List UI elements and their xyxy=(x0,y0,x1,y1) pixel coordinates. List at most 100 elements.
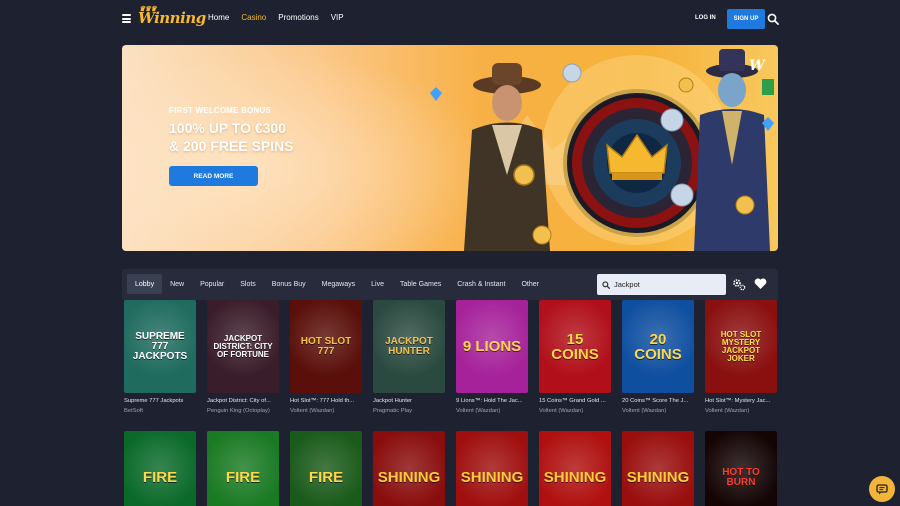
main-nav: Home Casino Promotions VIP xyxy=(208,13,344,22)
search-icon xyxy=(602,280,610,289)
game-card[interactable]: 20 COINS 20 Coins™ Score The J... Voltent … xyxy=(622,300,694,414)
game-card[interactable]: SUPREME 777 JACKPOTS Supreme 777 Jackpots… xyxy=(124,300,196,414)
game-card[interactable]: 9 LIONS 9 Lions™: Hold The Jac... Voltent … xyxy=(456,300,528,414)
game-provider: Voltent (Wazdan) xyxy=(705,408,750,414)
game-thumbnail[interactable]: FIRE xyxy=(207,431,279,506)
game-thumbnail[interactable]: HOT TO BURN xyxy=(705,431,777,506)
banner-artwork xyxy=(430,49,774,251)
game-provider: Penguin King (Octoplay) xyxy=(207,408,270,414)
game-art-title: FIRE xyxy=(142,469,178,486)
live-chat-button[interactable] xyxy=(869,476,895,502)
game-thumbnail[interactable]: HOT SLOT MYSTERY JACKPOT JOKER xyxy=(705,300,777,393)
tab-popular[interactable]: Popular xyxy=(192,274,232,294)
game-provider: Voltent (Wazdan) xyxy=(290,408,335,414)
read-more-button[interactable]: READ MORE xyxy=(169,166,258,186)
menu-icon[interactable] xyxy=(122,14,131,23)
game-thumbnail[interactable]: SHINING xyxy=(456,431,528,506)
promo-banner[interactable]: W FIRST WELCOME BONUS 100% UP TO €300 & … xyxy=(122,45,778,251)
game-thumbnail[interactable]: SHINING xyxy=(539,431,611,506)
game-title[interactable]: Hot Slot™: Mystery Jac... xyxy=(705,398,777,404)
game-card[interactable]: SHINING xyxy=(373,431,445,506)
game-art-title: SHINING xyxy=(626,469,690,486)
game-thumbnail[interactable]: HOT SLOT 777 xyxy=(290,300,362,393)
nav-casino[interactable]: Casino xyxy=(241,13,266,22)
game-title[interactable]: Jackpot District: City of... xyxy=(207,398,279,404)
category-tabs: Lobby New Popular Slots Bonus Buy Megawa… xyxy=(127,274,547,294)
game-title[interactable]: Supreme 777 Jackpots xyxy=(124,398,196,404)
top-navigation-bar: ♛♛♛ Winning Home Casino Promotions VIP LO… xyxy=(0,0,900,38)
game-thumbnail[interactable]: FIRE xyxy=(290,431,362,506)
game-art-title: SHINING xyxy=(543,469,607,486)
game-art-title: FIRE xyxy=(308,469,344,486)
game-provider: Voltent (Wazdan) xyxy=(622,408,667,414)
game-card[interactable]: HOT SLOT MYSTERY JACKPOT JOKER Hot Slot™:… xyxy=(705,300,777,414)
game-provider: Voltent (Wazdan) xyxy=(456,408,501,414)
game-card[interactable]: SHINING xyxy=(622,431,694,506)
banner-headline-line1: 100% UP TO €300 xyxy=(169,120,287,136)
game-card[interactable]: FIRE xyxy=(290,431,362,506)
game-thumbnail[interactable]: FIRE xyxy=(124,431,196,506)
game-thumbnail[interactable]: 20 COINS xyxy=(622,300,694,393)
game-art-title: FIRE xyxy=(225,469,261,486)
game-thumbnail[interactable]: SUPREME 777 JACKPOTS xyxy=(124,300,196,393)
game-art-title: SHINING xyxy=(460,469,524,486)
chat-icon xyxy=(876,483,888,494)
game-thumbnail[interactable]: SHINING xyxy=(622,431,694,506)
game-card[interactable]: JACKPOT HUNTER Jackpot Hunter Pragmatic Pl… xyxy=(373,300,445,414)
nav-home[interactable]: Home xyxy=(208,13,229,22)
banner-headline: 100% UP TO €300 & 200 FREE SPINS xyxy=(169,119,294,155)
game-art-title: SHINING xyxy=(377,469,441,486)
game-title[interactable]: Hot Slot™: 777 Hold th... xyxy=(290,398,362,404)
site-logo[interactable]: ♛♛♛ Winning xyxy=(138,4,206,27)
tab-other[interactable]: Other xyxy=(513,274,547,294)
game-art-title: 9 LIONS xyxy=(462,338,522,355)
game-thumbnail[interactable]: JACKPOT HUNTER xyxy=(373,300,445,393)
banner-headline-line2: & 200 FREE SPINS xyxy=(169,138,294,154)
game-thumbnail[interactable]: 9 LIONS xyxy=(456,300,528,393)
nav-promotions[interactable]: Promotions xyxy=(278,13,318,22)
game-art-title: JACKPOT HUNTER xyxy=(385,335,433,357)
game-art-title: 20 COINS xyxy=(634,330,682,363)
game-card[interactable]: FIRE xyxy=(207,431,279,506)
game-thumbnail[interactable]: JACKPOT DISTRICT: CITY OF FORTUNE xyxy=(207,300,279,393)
brand-mark-icon: W xyxy=(749,58,765,74)
tab-table-games[interactable]: Table Games xyxy=(392,274,449,294)
crown-icon: ♛♛♛ xyxy=(139,4,157,13)
game-provider: Voltent (Wazdan) xyxy=(539,408,584,414)
game-card[interactable]: HOT SLOT 777 Hot Slot™: 777 Hold th... Vol… xyxy=(290,300,362,414)
game-search-box[interactable] xyxy=(597,274,726,295)
game-card[interactable]: JACKPOT DISTRICT: CITY OF FORTUNE Jackpot… xyxy=(207,300,279,414)
settings-gear-icon[interactable] xyxy=(732,278,746,291)
game-thumbnail[interactable]: 15 COINS xyxy=(539,300,611,393)
tab-crash-instant[interactable]: Crash & Instant xyxy=(449,274,513,294)
game-title[interactable]: Jackpot Hunter xyxy=(373,398,445,404)
game-search-input[interactable] xyxy=(614,280,714,289)
favorites-heart-icon[interactable] xyxy=(754,278,767,290)
tab-new[interactable]: New xyxy=(162,274,192,294)
banner-subtitle: FIRST WELCOME BONUS xyxy=(169,106,272,115)
game-thumbnail[interactable]: SHINING xyxy=(373,431,445,506)
game-art-title: JACKPOT DISTRICT: CITY OF FORTUNE xyxy=(213,333,273,359)
game-title[interactable]: 15 Coins™ Grand Gold ... xyxy=(539,398,611,404)
signup-button[interactable]: SIGN UP xyxy=(727,9,765,29)
game-card[interactable]: SHINING xyxy=(539,431,611,506)
tab-slots[interactable]: Slots xyxy=(232,274,264,294)
game-art-title: SUPREME 777 JACKPOTS xyxy=(132,330,188,362)
game-art-title: HOT SLOT MYSTERY JACKPOT JOKER xyxy=(720,329,762,363)
search-icon[interactable] xyxy=(767,13,779,25)
game-provider: Pragmatic Play xyxy=(373,408,412,414)
game-card[interactable]: 15 COINS 15 Coins™ Grand Gold ... Voltent … xyxy=(539,300,611,414)
game-title[interactable]: 20 Coins™ Score The J... xyxy=(622,398,694,404)
game-card[interactable]: FIRE xyxy=(124,431,196,506)
login-button[interactable]: LOG IN xyxy=(695,15,716,21)
game-art-title: HOT SLOT 777 xyxy=(300,335,352,357)
game-card[interactable]: SHINING xyxy=(456,431,528,506)
nav-vip[interactable]: VIP xyxy=(331,13,344,22)
game-card[interactable]: HOT TO BURN xyxy=(705,431,777,506)
tab-megaways[interactable]: Megaways xyxy=(314,274,363,294)
tab-bonus-buy[interactable]: Bonus Buy xyxy=(264,274,314,294)
game-title[interactable]: 9 Lions™: Hold The Jac... xyxy=(456,398,528,404)
tab-live[interactable]: Live xyxy=(363,274,392,294)
tab-lobby[interactable]: Lobby xyxy=(127,274,163,294)
game-art-title: HOT TO BURN xyxy=(722,466,760,488)
